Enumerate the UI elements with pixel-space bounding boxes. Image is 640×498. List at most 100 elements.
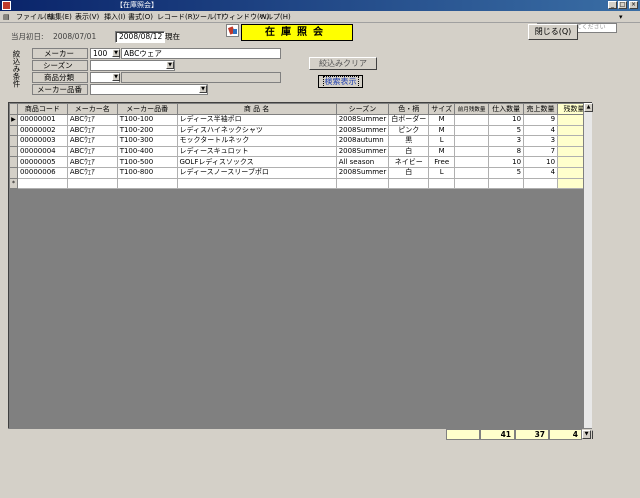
menu-insert[interactable]: 挿入(I) <box>104 12 126 22</box>
category-dropdown-icon[interactable]: ▼ <box>112 73 120 81</box>
cell-prev-stock[interactable] <box>454 145 490 158</box>
cell-item-code[interactable]: 00000004 <box>16 145 68 158</box>
col-maker-name[interactable]: メーカー名 <box>66 103 118 115</box>
cell-season[interactable]: All season <box>335 156 390 168</box>
table-row[interactable]: 00000003 ABCｳｪｱ T100-300 モックタートルネック 2008autu… <box>9 135 591 147</box>
col-color[interactable]: 色・柄 <box>388 103 430 115</box>
row-selector[interactable] <box>9 124 18 137</box>
table-row[interactable]: ▶ 00000001 ABCｳｪｱ T100-100 レディース半袖ポロ 2008Summ… <box>9 114 591 126</box>
maker-item-select[interactable] <box>90 84 208 95</box>
cell-sales[interactable]: 7 <box>523 145 559 158</box>
cell-sales[interactable]: 10 <box>523 156 559 168</box>
cell-maker-item[interactable]: T100-300 <box>116 135 178 147</box>
row-selector[interactable] <box>9 145 18 158</box>
cell-size[interactable]: M <box>428 145 456 158</box>
new-row-cell[interactable] <box>523 177 559 190</box>
menu-edit[interactable]: 編集(E) <box>48 12 72 22</box>
col-prev-stock[interactable]: 前月残数量 <box>454 103 490 115</box>
new-row-cell[interactable] <box>488 177 525 190</box>
cell-color[interactable]: 白 <box>388 166 430 179</box>
cell-item-code[interactable]: 00000001 <box>16 114 68 126</box>
row-selector[interactable] <box>9 156 18 168</box>
cell-sales[interactable]: 4 <box>523 124 559 137</box>
col-sales[interactable]: 売上数量 <box>523 103 559 115</box>
table-row[interactable]: 00000005 ABCｳｪｱ T100-500 GOLFレディスソックス All se… <box>9 156 591 168</box>
new-row-cell[interactable] <box>428 177 456 190</box>
col-season[interactable]: シーズン <box>335 103 390 115</box>
minimize-icon[interactable]: _ <box>608 1 617 9</box>
close-button[interactable]: 閉じる(Q) <box>528 24 578 40</box>
col-item-code[interactable]: 商品コード <box>16 103 68 115</box>
cell-prev-stock[interactable] <box>454 166 490 179</box>
cell-item-name[interactable]: GOLFレディスソックス <box>176 156 337 168</box>
cell-maker-name[interactable]: ABCｳｪｱ <box>66 156 118 168</box>
cell-sales[interactable]: 9 <box>523 114 559 126</box>
new-row-cell[interactable] <box>176 177 337 190</box>
new-row-cell[interactable] <box>66 177 118 190</box>
cell-season[interactable]: 2008Summer <box>335 124 390 137</box>
close-window-icon[interactable]: × <box>629 1 638 9</box>
clear-filter-button[interactable]: 絞込みクリア <box>309 57 377 70</box>
cell-season[interactable]: 2008autumn <box>335 135 390 147</box>
table-row[interactable]: 00000006 ABCｳｪｱ T100-800 レディースノースリーブポロ 2008S… <box>9 166 591 179</box>
maker-dropdown-icon[interactable]: ▼ <box>112 49 120 57</box>
cell-item-code[interactable]: 00000005 <box>16 156 68 168</box>
cell-prev-stock[interactable] <box>454 114 490 126</box>
cell-color[interactable]: 黒 <box>388 135 430 147</box>
cell-item-name[interactable]: レディースキュロット <box>176 145 337 158</box>
cell-maker-item[interactable]: T100-200 <box>116 124 178 137</box>
table-row[interactable]: 00000002 ABCｳｪｱ T100-200 レディスハイネックシャツ 2008Su… <box>9 124 591 137</box>
cell-purchase[interactable]: 5 <box>488 124 525 137</box>
cell-prev-stock[interactable] <box>454 124 490 137</box>
new-row-cell[interactable] <box>116 177 178 190</box>
help-dropdown-icon[interactable]: ▾ <box>619 12 623 22</box>
cell-sales[interactable]: 4 <box>523 166 559 179</box>
cell-color[interactable]: 白ボーダー <box>388 114 430 126</box>
cell-season[interactable]: 2008Summer <box>335 145 390 158</box>
cell-prev-stock[interactable] <box>454 156 490 168</box>
cell-purchase[interactable]: 10 <box>488 156 525 168</box>
cell-maker-name[interactable]: ABCｳｪｱ <box>66 124 118 137</box>
cell-size[interactable]: L <box>428 166 456 179</box>
cell-purchase[interactable]: 3 <box>488 135 525 147</box>
scroll-up-icon[interactable]: ▲ <box>584 103 593 112</box>
cell-purchase[interactable]: 10 <box>488 114 525 126</box>
cell-purchase[interactable]: 5 <box>488 166 525 179</box>
new-record-row[interactable]: * <box>9 177 591 190</box>
col-purchase[interactable]: 仕入数量 <box>488 103 525 115</box>
row-selector[interactable] <box>9 135 18 147</box>
cell-purchase[interactable]: 8 <box>488 145 525 158</box>
maker-item-dropdown-icon[interactable]: ▼ <box>199 85 207 93</box>
cell-size[interactable]: L <box>428 135 456 147</box>
cell-maker-name[interactable]: ABCｳｪｱ <box>66 166 118 179</box>
menu-view[interactable]: 表示(V) <box>75 12 99 22</box>
grid-vertical-scrollbar[interactable]: ▲ ▼ <box>583 103 593 439</box>
cell-item-name[interactable]: レディースノースリーブポロ <box>176 166 337 179</box>
totals-scroll-icon[interactable]: ▼ <box>582 430 591 439</box>
new-row-cell[interactable] <box>16 177 68 190</box>
cell-prev-stock[interactable] <box>454 135 490 147</box>
season-select[interactable] <box>90 60 175 71</box>
new-row-selector[interactable]: * <box>9 177 18 190</box>
maximize-icon[interactable]: □ <box>618 1 627 9</box>
cell-season[interactable]: 2008Summer <box>335 166 390 179</box>
menu-item-icon[interactable]: ▤ <box>3 12 10 22</box>
cell-item-code[interactable]: 00000006 <box>16 166 68 179</box>
new-row-cell[interactable] <box>335 177 390 190</box>
cell-size[interactable]: M <box>428 124 456 137</box>
cell-item-name[interactable]: モックタートルネック <box>176 135 337 147</box>
cell-size[interactable]: M <box>428 114 456 126</box>
cell-maker-name[interactable]: ABCｳｪｱ <box>66 145 118 158</box>
search-button[interactable]: 検索表示 <box>318 75 363 88</box>
cell-maker-item[interactable]: T100-800 <box>116 166 178 179</box>
table-row[interactable]: 00000004 ABCｳｪｱ T100-400 レディースキュロット 2008Summ… <box>9 145 591 158</box>
cell-item-name[interactable]: レディース半袖ポロ <box>176 114 337 126</box>
menu-format[interactable]: 書式(O) <box>128 12 153 22</box>
row-selector[interactable] <box>9 166 18 179</box>
menu-record[interactable]: レコード(R) <box>157 12 195 22</box>
new-row-cell[interactable] <box>454 177 490 190</box>
cell-item-code[interactable]: 00000002 <box>16 124 68 137</box>
col-item-name[interactable]: 商 品 名 <box>176 103 337 115</box>
col-size[interactable]: サイズ <box>428 103 456 115</box>
cell-maker-item[interactable]: T100-400 <box>116 145 178 158</box>
